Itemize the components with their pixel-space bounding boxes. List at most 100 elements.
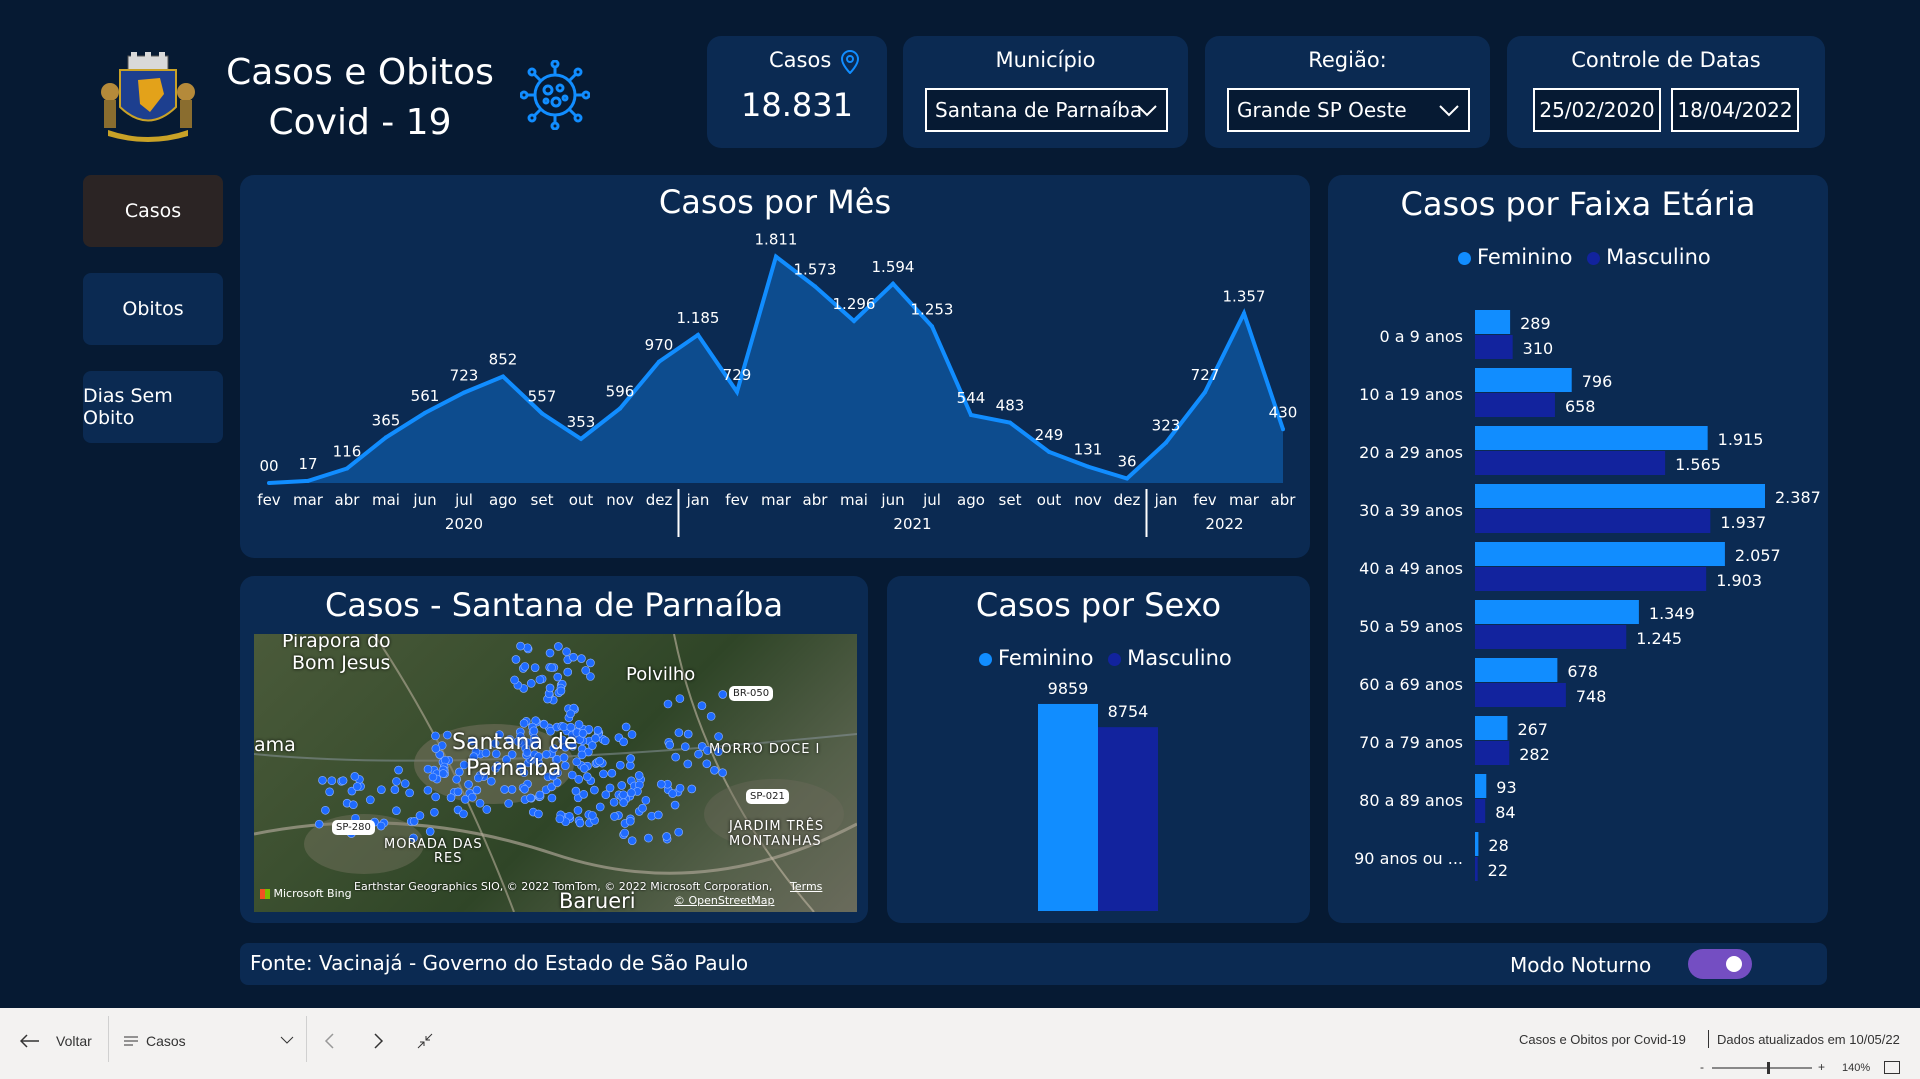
case-location-dot[interactable] — [591, 734, 600, 743]
case-location-dot[interactable] — [366, 795, 375, 805]
case-location-dot[interactable] — [516, 641, 525, 651]
age-bar-masculino[interactable] — [1475, 567, 1707, 591]
case-location-dot[interactable] — [520, 784, 529, 794]
age-bar-feminino[interactable] — [1475, 310, 1511, 334]
case-location-dot[interactable] — [668, 789, 677, 798]
monthly-data-point[interactable] — [1047, 449, 1051, 454]
case-location-dot[interactable] — [579, 789, 589, 799]
case-location-dot[interactable] — [431, 744, 441, 753]
case-location-dot[interactable] — [352, 782, 362, 791]
case-location-dot[interactable] — [680, 742, 690, 751]
monthly-data-point[interactable] — [1086, 464, 1090, 469]
case-location-dot[interactable] — [573, 806, 583, 815]
case-location-dot[interactable] — [621, 722, 631, 732]
monthly-data-point[interactable] — [852, 319, 856, 323]
monthly-data-point[interactable] — [384, 435, 388, 440]
monthly-data-point[interactable] — [501, 374, 505, 379]
case-location-dot[interactable] — [430, 807, 439, 817]
focus-mode-button[interactable] — [416, 1032, 434, 1050]
case-location-dot[interactable] — [338, 776, 348, 785]
case-location-dot[interactable] — [654, 810, 663, 820]
monthly-data-point[interactable] — [1164, 440, 1168, 445]
case-location-dot[interactable] — [674, 728, 684, 737]
case-location-dot[interactable] — [464, 780, 473, 789]
case-location-dot[interactable] — [453, 787, 463, 797]
monthly-data-point[interactable] — [345, 466, 349, 471]
case-location-dot[interactable] — [619, 798, 628, 807]
age-bar-masculino[interactable] — [1475, 741, 1510, 765]
case-location-dot[interactable] — [634, 771, 644, 780]
case-location-dot[interactable] — [535, 675, 545, 685]
monthly-data-point[interactable] — [1242, 311, 1246, 316]
case-location-dot[interactable] — [638, 803, 647, 813]
case-location-dot[interactable] — [574, 720, 584, 729]
case-location-dot[interactable] — [683, 759, 693, 769]
case-location-dot[interactable] — [619, 790, 628, 800]
case-location-dot[interactable] — [535, 790, 545, 800]
case-location-dot[interactable] — [318, 776, 327, 785]
map-osm-link[interactable]: © OpenStreetMap — [674, 894, 775, 907]
page-selector-dropdown[interactable]: Casos — [124, 1028, 294, 1054]
case-location-dot[interactable] — [349, 800, 358, 810]
case-location-dot[interactable] — [526, 679, 536, 688]
monthly-data-point[interactable] — [579, 436, 583, 441]
case-location-dot[interactable] — [534, 809, 543, 819]
case-location-dot[interactable] — [438, 769, 448, 778]
case-location-dot[interactable] — [350, 772, 360, 781]
municipio-dropdown[interactable]: Santana de Parnaíba — [925, 88, 1168, 132]
age-bar-masculino[interactable] — [1475, 625, 1627, 649]
age-bar-masculino[interactable] — [1475, 799, 1486, 823]
back-button[interactable]: Voltar — [20, 1028, 100, 1054]
case-location-dot[interactable] — [571, 786, 581, 796]
case-location-dot[interactable] — [394, 765, 403, 775]
case-location-dot[interactable] — [600, 736, 610, 746]
age-bar-feminino[interactable] — [1475, 426, 1708, 450]
monthly-data-point[interactable] — [462, 390, 466, 395]
monthly-data-point[interactable] — [891, 281, 895, 286]
case-location-dot[interactable] — [400, 779, 410, 788]
case-location-dot[interactable] — [687, 784, 697, 794]
case-location-dot[interactable] — [390, 785, 400, 795]
case-location-dot[interactable] — [482, 805, 492, 814]
case-location-dot[interactable] — [617, 781, 627, 790]
case-location-dot[interactable] — [425, 827, 435, 836]
case-location-dot[interactable] — [554, 642, 563, 651]
case-location-dot[interactable] — [626, 761, 635, 770]
case-location-dot[interactable] — [468, 792, 477, 802]
case-location-dot[interactable] — [674, 827, 683, 837]
case-location-dot[interactable] — [694, 749, 703, 759]
map-terms-link[interactable]: Terms — [790, 880, 822, 893]
monthly-data-point[interactable] — [618, 406, 622, 411]
zoom-out-button[interactable]: - — [1700, 1060, 1704, 1074]
case-location-dot[interactable] — [718, 690, 728, 699]
case-location-dot[interactable] — [656, 779, 666, 789]
case-location-dot[interactable] — [609, 797, 619, 807]
nav-obitos-button[interactable]: Obitos — [83, 273, 223, 345]
monthly-data-point[interactable] — [696, 332, 700, 337]
case-location-dot[interactable] — [574, 775, 584, 784]
case-location-dot[interactable] — [500, 785, 509, 794]
case-location-dot[interactable] — [627, 788, 636, 798]
case-location-dot[interactable] — [539, 719, 549, 729]
case-location-dot[interactable] — [644, 833, 653, 843]
case-location-dot[interactable] — [593, 725, 603, 735]
sex-bar-feminino[interactable] — [1038, 703, 1098, 911]
case-location-dot[interactable] — [569, 652, 578, 662]
case-location-dot[interactable] — [520, 662, 530, 671]
case-location-dot[interactable] — [428, 772, 438, 782]
age-bar-masculino[interactable] — [1475, 509, 1711, 533]
monthly-data-point[interactable] — [735, 389, 739, 394]
age-bar-feminino[interactable] — [1475, 484, 1765, 508]
case-location-dot[interactable] — [641, 795, 651, 805]
case-location-dot[interactable] — [443, 730, 452, 740]
case-location-dot[interactable] — [662, 832, 671, 841]
case-location-dot[interactable] — [452, 774, 461, 784]
case-location-dot[interactable] — [588, 741, 597, 750]
case-location-dot[interactable] — [376, 821, 386, 831]
monthly-data-point[interactable] — [1008, 420, 1012, 425]
case-location-dot[interactable] — [325, 787, 334, 797]
satellite-map[interactable]: Pirapora do Bom Jesus Polvilho Santana d… — [254, 634, 857, 912]
case-location-dot[interactable] — [663, 699, 673, 709]
case-location-dot[interactable] — [627, 836, 637, 845]
case-location-dot[interactable] — [577, 654, 586, 663]
